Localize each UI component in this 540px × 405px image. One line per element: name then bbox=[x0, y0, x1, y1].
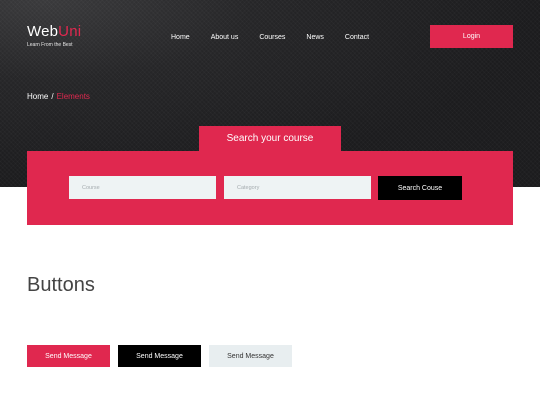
nav-item-courses[interactable]: Courses bbox=[259, 34, 285, 41]
breadcrumb-separator: / bbox=[51, 92, 54, 101]
breadcrumb-current: Elements bbox=[56, 92, 90, 101]
send-message-button-red[interactable]: Send Message bbox=[27, 345, 110, 367]
logo-title: WebUni bbox=[27, 23, 82, 40]
search-course-button[interactable]: Search Couse bbox=[378, 176, 462, 200]
nav-item-news[interactable]: News bbox=[306, 34, 324, 41]
breadcrumb-home[interactable]: Home bbox=[27, 92, 48, 101]
send-message-button-light[interactable]: Send Message bbox=[209, 345, 292, 367]
category-input[interactable]: Category bbox=[224, 176, 371, 199]
nav-item-contact[interactable]: Contact bbox=[345, 34, 369, 41]
course-input[interactable]: Course bbox=[69, 176, 216, 199]
search-tab: Search your course bbox=[199, 126, 341, 151]
main-nav: Home About us Courses News Contact bbox=[171, 34, 390, 41]
section-title: Buttons bbox=[27, 274, 95, 296]
search-panel: Course Category Search Couse bbox=[27, 151, 513, 225]
nav-item-home[interactable]: Home bbox=[171, 34, 190, 41]
logo-tagline: Learn From the Best bbox=[27, 42, 73, 48]
breadcrumb: Home / Elements bbox=[27, 92, 90, 101]
nav-item-about[interactable]: About us bbox=[211, 34, 239, 41]
login-button[interactable]: Login bbox=[430, 25, 513, 48]
send-message-button-black[interactable]: Send Message bbox=[118, 345, 201, 367]
site-logo[interactable]: WebUni Learn From the Best bbox=[27, 23, 81, 48]
